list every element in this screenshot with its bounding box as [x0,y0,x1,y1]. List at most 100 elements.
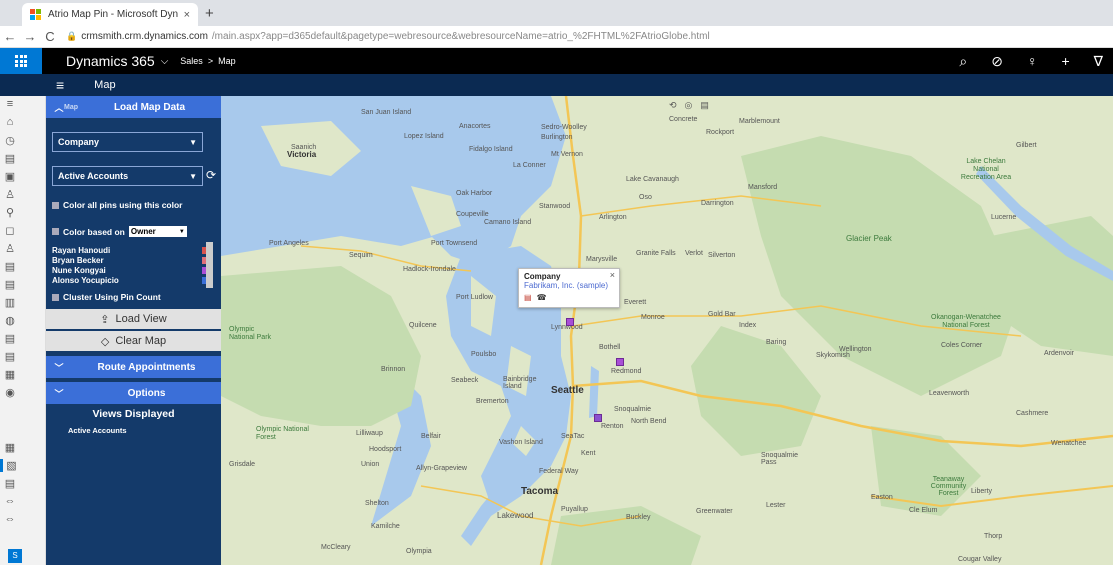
contact-icon[interactable]: ♙ [0,188,20,201]
map-pin[interactable] [594,414,602,422]
view-select[interactable]: Active Accounts ▼ [52,166,203,186]
map-label: Leavenworth [929,390,970,397]
owner-item[interactable]: Rayan Hanoudi [52,246,210,255]
map-label: Vashon Island [499,439,543,446]
entity-select[interactable]: Company ▼ [52,132,203,152]
search-icon[interactable]: ⌕ [959,53,967,70]
popup-title: Company [524,272,561,281]
forward-button[interactable]: → [20,29,40,44]
breadcrumb-area[interactable]: Sales [180,56,203,66]
report-icon[interactable]: ▤ [0,350,20,363]
options-header[interactable]: ﹀ Options [46,382,221,404]
route-appointments-header[interactable]: ﹀ Route Appointments [46,356,221,378]
color-based-select[interactable]: Owner ▼ [128,226,187,237]
dashboard-icon[interactable]: ▣ [0,170,20,183]
breadcrumb-separator: > [207,56,214,66]
settings-icon[interactable]: ◉ [0,386,20,399]
map-label: Port Angeles [269,240,309,247]
user-icon[interactable]: ♙ [0,242,20,255]
home-icon[interactable]: ⌂ [0,116,20,128]
lead-icon[interactable]: ◻ [0,224,20,237]
owner-item[interactable]: Nune Kongyai [52,266,210,275]
product-icon[interactable]: ◍ [0,314,20,327]
load-view-label: Load View [115,313,167,325]
load-view-button[interactable]: ⇪ Load View [46,309,221,329]
new-tab-button[interactable]: + [205,5,214,22]
area-switcher-avatar[interactable]: S [8,549,22,563]
map-label: Redmond [611,368,642,375]
task-flow-icon[interactable]: ⊘ [991,53,1003,70]
map-label: Oak Harbor [456,190,493,197]
map-canvas[interactable]: San Juan Island Anacortes Sedro-Woolley … [221,96,1113,565]
lightbulb-icon[interactable]: ♀ [1027,53,1038,70]
entity-select-value: Company [58,137,100,147]
app-launcher-button[interactable] [0,48,42,74]
phone-icon[interactable]: ☎ [537,293,547,302]
hamburger-icon[interactable]: ≡ [0,98,20,110]
invoice-icon[interactable]: ▤ [0,332,20,345]
map-pin[interactable] [566,318,574,326]
map-label: Silverton [708,252,736,259]
add-icon[interactable]: + [1061,53,1069,70]
load-map-data-header[interactable]: ︿ Map Load Map Data [46,96,221,118]
map-label: Marysville [586,256,618,263]
owner-item[interactable]: Alonso Yocupicio [52,276,210,285]
filter-icon[interactable]: ∇ [1094,53,1103,70]
browser-tab[interactable]: Atrio Map Pin - Microsoft Dynan × [22,3,198,26]
popup-record-link[interactable]: Fabrikam, Inc. (sample) [524,281,614,290]
upload-icon: ⇪ [100,313,110,326]
goal-icon[interactable]: ▦ [0,368,20,381]
quote-icon[interactable]: ▤ [0,278,20,291]
popup-close-icon[interactable]: × [610,270,615,280]
transfer-icon[interactable]: ⇔ [0,513,20,525]
locate-icon[interactable]: ◎ [685,100,693,111]
checkbox-box [52,201,59,209]
map-pin[interactable] [616,358,624,366]
map-label: Poulsbo [471,351,497,358]
order-icon[interactable]: ▥ [0,296,20,309]
map-label: Mansford [748,184,778,191]
map-nav-icon[interactable]: ▧ [0,459,20,472]
color-based-checkbox[interactable]: Color based on Owner ▼ [52,226,187,237]
url-field[interactable]: 🔒 crmsmith.crm.dynamics.com /main.aspx?a… [66,28,1113,46]
map-label: North Bend [631,418,667,425]
calendar-icon[interactable]: ▦ [0,441,20,454]
document-icon[interactable]: ▤ [0,477,20,490]
view-select-value: Active Accounts [58,171,129,181]
route-appointments-label: Route Appointments [97,361,196,373]
pinned-icon[interactable]: ▤ [0,152,20,165]
map-label: Renton [601,423,624,430]
chevron-down-icon: ﹀ [54,362,64,373]
rotate-icon[interactable]: ⟲ [669,100,677,111]
account-icon[interactable]: ⚲ [0,206,20,219]
map-label: McCleary [321,544,351,551]
cluster-checkbox[interactable]: Cluster Using Pin Count [52,292,161,302]
sync-icon[interactable]: ⇔ [0,495,20,507]
recent-icon[interactable]: ◷ [0,134,20,147]
address-bar: ← → C 🔒 crmsmith.crm.dynamics.com /main.… [0,26,1113,48]
layers-icon[interactable]: ▤ [700,100,709,111]
app-switcher[interactable]: Dynamics 365 ⌵ [66,53,168,69]
calendar-icon[interactable]: ▤ [524,293,532,302]
back-button[interactable]: ← [0,29,20,44]
map-label: Olympic National Park [229,326,272,341]
map-label: Seattle [551,385,584,396]
owner-legend-scrollbar[interactable] [206,242,213,288]
map-label: Lucerne [991,214,1017,221]
breadcrumb-page: Map [218,56,236,66]
opportunity-icon[interactable]: ▤ [0,260,20,273]
reload-button[interactable]: C [40,29,60,44]
menu-icon[interactable]: ≡ [56,77,64,93]
tab-close-icon[interactable]: × [184,9,190,21]
map-label: Gold Bar [708,311,736,318]
map-label: Mt Vernon [551,151,583,158]
map-label: Kent [581,450,596,457]
refresh-icon[interactable]: ⟳ [206,168,216,182]
map-label: Burlington [541,134,573,141]
map-label: Okanogan-Wenatchee National Forest [931,314,1001,329]
color-all-checkbox[interactable]: Color all pins using this color [52,200,182,210]
clear-map-button[interactable]: ◇ Clear Map [46,331,221,351]
cluster-label: Cluster Using Pin Count [63,292,161,302]
clear-map-label: Clear Map [115,335,167,347]
owner-item[interactable]: Bryan Becker [52,256,210,265]
